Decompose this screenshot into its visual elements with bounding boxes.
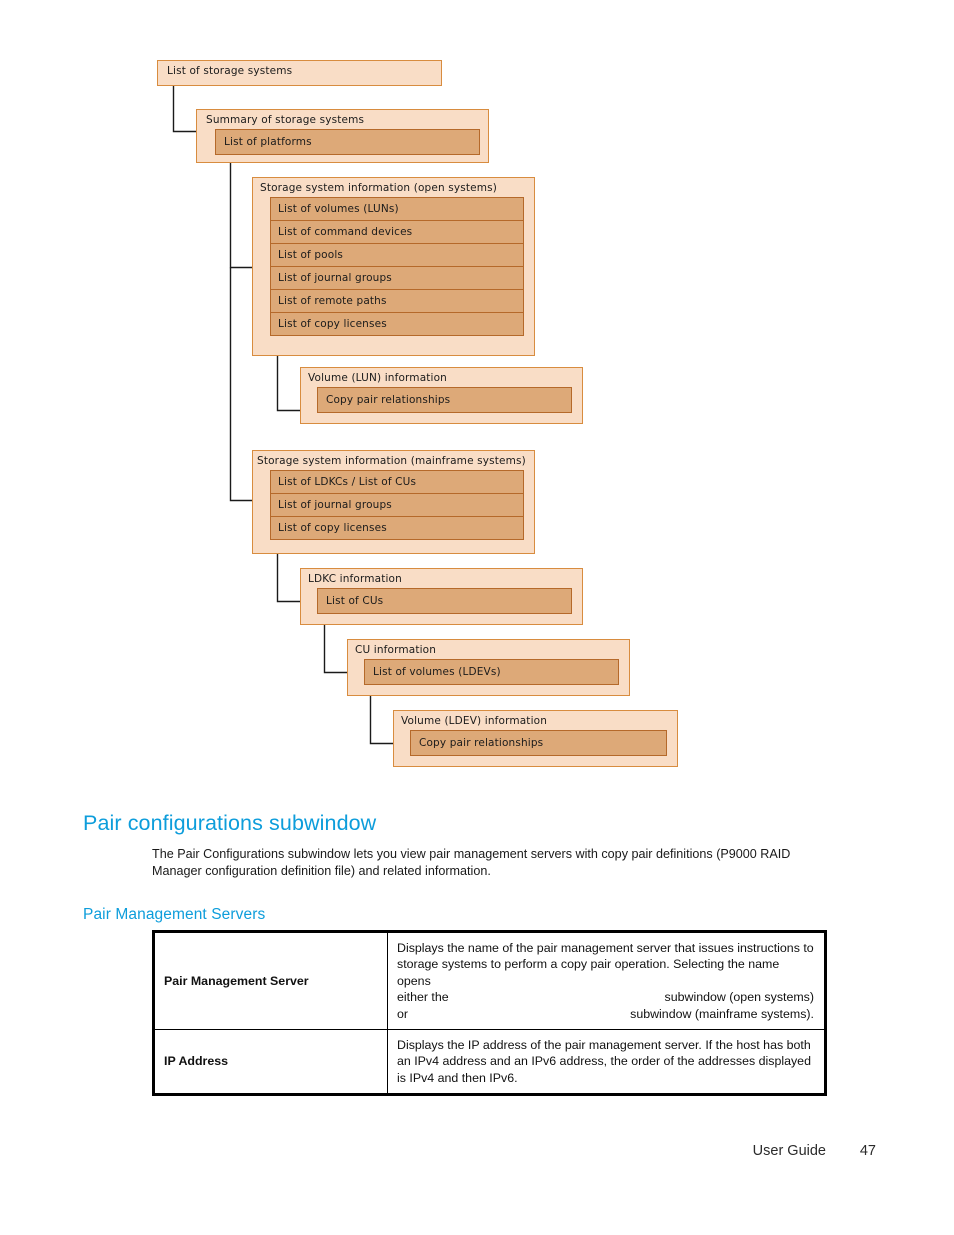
node-item[interactable]: List of copy licenses bbox=[271, 517, 523, 539]
diagram-node-list-of-storage-systems: List of storage systems bbox=[157, 60, 442, 86]
node-item[interactable]: List of volumes (LUNs) bbox=[271, 198, 523, 221]
node-item[interactable]: List of journal groups bbox=[271, 267, 523, 290]
pair-management-servers-table: Pair Management Server Displays the name… bbox=[152, 930, 827, 1097]
node-item[interactable]: List of CUs bbox=[318, 589, 571, 613]
node-item-list: List of LDKCs / List of CUs List of jour… bbox=[270, 470, 524, 540]
table-cell-description: Displays the name of the pair management… bbox=[387, 930, 826, 1031]
node-item-list: List of volumes (LUNs) List of command d… bbox=[270, 197, 524, 336]
node-item[interactable]: List of platforms bbox=[216, 130, 479, 154]
diagram-node-ldkc-information: LDKC information List of CUs bbox=[300, 568, 583, 625]
node-title: Summary of storage systems bbox=[206, 114, 365, 126]
node-item[interactable]: List of pools bbox=[271, 244, 523, 267]
diagram-node-volume-ldev-information: Volume (LDEV) information Copy pair rela… bbox=[393, 710, 678, 767]
node-title: Storage system information (mainframe sy… bbox=[257, 455, 526, 467]
navigation-hierarchy-diagram: List of storage systems Summary of stora… bbox=[0, 0, 954, 790]
node-title: CU information bbox=[355, 644, 437, 656]
subsection-heading: Pair Management Servers bbox=[83, 905, 266, 923]
desc-line-2: an IPv4 address and an IPv6 address, the… bbox=[397, 1054, 811, 1069]
desc-line-4-right: subwindow (mainframe systems). bbox=[630, 1006, 814, 1021]
node-item[interactable]: List of LDKCs / List of CUs bbox=[271, 471, 523, 494]
node-item-list: Copy pair relationships bbox=[317, 387, 572, 413]
desc-line-3: either the subwindow (open systems) bbox=[397, 989, 814, 1005]
node-title: Volume (LUN) information bbox=[308, 372, 447, 384]
section-intro-paragraph: The Pair Configurations subwindow lets y… bbox=[152, 846, 791, 879]
diagram-node-storage-system-information-open-systems: Storage system information (open systems… bbox=[252, 177, 535, 356]
desc-line-4-left: or bbox=[397, 1006, 409, 1021]
node-title: LDKC information bbox=[308, 573, 402, 585]
desc-line-3-left: either the bbox=[397, 990, 449, 1005]
footer-page-number: 47 bbox=[859, 1143, 876, 1159]
diagram-node-storage-system-information-mainframe-systems: Storage system information (mainframe sy… bbox=[252, 450, 535, 554]
table-row: Pair Management Server Displays the name… bbox=[153, 930, 826, 1031]
diagram-node-summary-of-storage-systems: Summary of storage systems List of platf… bbox=[196, 109, 489, 163]
desc-line-2: storage systems to perform a copy pair o… bbox=[397, 957, 780, 988]
node-item-list: List of CUs bbox=[317, 588, 572, 614]
node-item[interactable]: List of volumes (LDEVs) bbox=[365, 660, 618, 684]
desc-line-3-right: subwindow (open systems) bbox=[664, 990, 814, 1005]
desc-line-4: or subwindow (mainframe systems). bbox=[397, 1006, 814, 1022]
node-item[interactable]: Copy pair relationships bbox=[411, 731, 666, 755]
node-item[interactable]: List of command devices bbox=[271, 221, 523, 244]
missing-xref-placeholder bbox=[552, 989, 562, 1005]
node-item[interactable]: Copy pair relationships bbox=[318, 388, 571, 412]
node-item-list: Copy pair relationships bbox=[410, 730, 667, 756]
node-item-list: List of volumes (LDEVs) bbox=[364, 659, 619, 685]
table-row: IP Address Displays the IP address of th… bbox=[153, 1029, 826, 1096]
node-item-list: List of platforms bbox=[215, 129, 480, 155]
table-cell-label: IP Address bbox=[153, 1029, 388, 1096]
diagram-node-volume-lun-information: Volume (LUN) information Copy pair relat… bbox=[300, 367, 583, 424]
page-footer: User Guide 47 bbox=[0, 1143, 954, 1167]
desc-line-1: Displays the name of the pair management… bbox=[397, 941, 814, 955]
desc-line-3: is IPv4 and then IPv6. bbox=[397, 1070, 518, 1085]
section-heading: Pair configurations subwindow bbox=[83, 811, 377, 836]
node-title: Volume (LDEV) information bbox=[401, 715, 548, 727]
table-cell-label: Pair Management Server bbox=[153, 930, 388, 1031]
table-cell-description: Displays the IP address of the pair mana… bbox=[387, 1029, 826, 1096]
node-title: List of storage systems bbox=[167, 65, 293, 77]
desc-line-1: Displays the IP address of the pair mana… bbox=[397, 1038, 811, 1053]
missing-xref-placeholder bbox=[514, 1006, 524, 1022]
node-title: Storage system information (open systems… bbox=[260, 182, 497, 194]
diagram-node-cu-information: CU information List of volumes (LDEVs) bbox=[347, 639, 630, 696]
node-item[interactable]: List of journal groups bbox=[271, 494, 523, 517]
node-item[interactable]: List of remote paths bbox=[271, 290, 523, 313]
footer-document-title: User Guide bbox=[752, 1143, 826, 1159]
node-item[interactable]: List of copy licenses bbox=[271, 313, 523, 335]
